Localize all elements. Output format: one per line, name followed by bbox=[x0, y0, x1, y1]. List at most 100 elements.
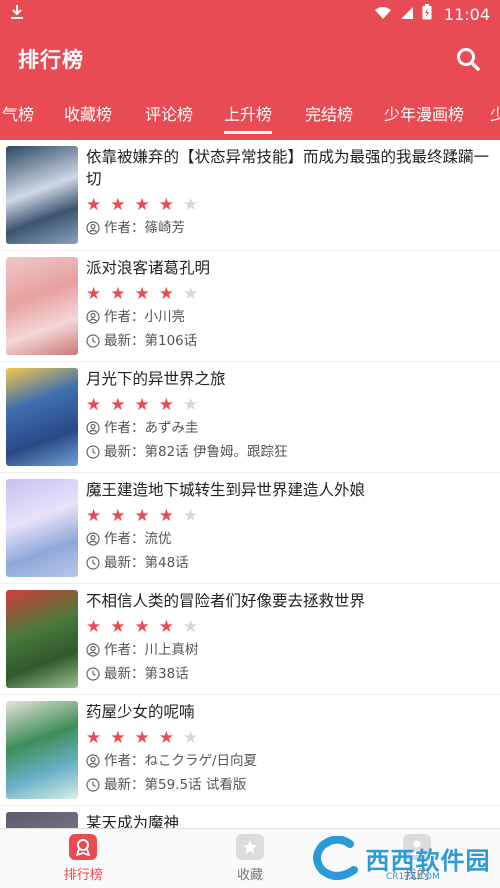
author-text: 作者：小川亮 bbox=[104, 309, 185, 325]
manga-cover[interactable] bbox=[6, 812, 78, 828]
rating-stars: ★ ★ ★ ★ ★ bbox=[86, 194, 492, 216]
list-item[interactable]: 派对浪客诸葛孔明 ★ ★ ★ ★ ★ 作者：小川亮 最新：第106话 bbox=[0, 251, 500, 362]
user-icon bbox=[86, 643, 100, 657]
watermark-logo: 西西软件园 CR173.COM bbox=[300, 828, 500, 888]
latest-text: 最新：第59.5话 试看版 bbox=[104, 777, 247, 793]
favorites-icon bbox=[236, 834, 264, 860]
star-icon: ★ bbox=[183, 727, 199, 748]
manga-title: 药屋少女的呢喃 bbox=[86, 703, 195, 721]
watermark-sub: CR173.COM bbox=[386, 872, 440, 882]
page-title: 排行榜 bbox=[18, 48, 84, 72]
star-icon: ★ bbox=[183, 394, 199, 415]
star-icon: ★ bbox=[158, 394, 174, 415]
manga-cover[interactable] bbox=[6, 701, 78, 799]
star-icon: ★ bbox=[86, 505, 102, 526]
star-icon: ★ bbox=[134, 616, 150, 637]
star-icon: ★ bbox=[134, 727, 150, 748]
tab-comments[interactable]: 评论榜 bbox=[145, 90, 193, 140]
star-icon: ★ bbox=[134, 394, 150, 415]
search-icon[interactable] bbox=[454, 45, 482, 73]
manga-cover[interactable] bbox=[6, 479, 78, 577]
rating-stars: ★ ★ ★ ★ ★ bbox=[86, 616, 492, 638]
status-bar: 11:04 bbox=[0, 0, 500, 28]
nav-favorites-label: 收藏 bbox=[237, 868, 264, 883]
list-item[interactable]: 月光下的异世界之旅 ★ ★ ★ ★ ★ 作者：あずみ圭 最新：第82话 伊鲁姆。… bbox=[0, 362, 500, 473]
star-icon: ★ bbox=[86, 394, 102, 415]
clock-icon bbox=[86, 445, 100, 459]
user-icon bbox=[86, 221, 100, 235]
signal-icon bbox=[400, 5, 414, 24]
user-icon bbox=[86, 532, 100, 546]
clock-icon bbox=[86, 556, 100, 570]
manga-cover[interactable] bbox=[6, 146, 78, 244]
latest-row: 最新：第106话 bbox=[86, 329, 492, 353]
tab-rising[interactable]: 上升榜 bbox=[224, 90, 273, 140]
manga-title: 某天成为魔神 bbox=[86, 814, 180, 828]
star-icon: ★ bbox=[110, 194, 126, 215]
manga-title: 魔王建造地下城转生到异世界建造人外娘 bbox=[86, 481, 366, 499]
star-icon: ★ bbox=[86, 283, 102, 304]
ranking-tabs: 气榜 收藏榜 评论榜 上升榜 完结榜 少年漫画榜 少 bbox=[0, 90, 500, 140]
manga-title: 不相信人类的冒险者们好像要去拯救世界 bbox=[86, 592, 366, 610]
star-icon: ★ bbox=[110, 727, 126, 748]
star-icon: ★ bbox=[183, 194, 199, 215]
star-icon: ★ bbox=[110, 394, 126, 415]
clock-icon bbox=[86, 778, 100, 792]
manga-cover[interactable] bbox=[6, 257, 78, 355]
star-icon: ★ bbox=[183, 616, 199, 637]
rating-stars: ★ ★ ★ ★ ★ bbox=[86, 505, 492, 527]
watermark-text: 西西软件园 bbox=[365, 846, 491, 875]
user-icon bbox=[86, 421, 100, 435]
star-icon: ★ bbox=[86, 616, 102, 637]
manga-title: 派对浪客诸葛孔明 bbox=[86, 259, 211, 277]
tab-favorites[interactable]: 收藏榜 bbox=[64, 90, 112, 140]
latest-row: 最新：第48话 bbox=[86, 551, 492, 575]
latest-text: 最新：第106话 bbox=[104, 333, 198, 349]
user-icon bbox=[86, 754, 100, 768]
star-icon: ★ bbox=[110, 616, 126, 637]
star-icon: ★ bbox=[110, 283, 126, 304]
list-item[interactable]: 依靠被嫌弃的【状态异常技能】而成为最强的我最终蹂躏一切 ★ ★ ★ ★ ★ 作者… bbox=[0, 140, 500, 251]
author-row: 作者：流优 bbox=[86, 527, 492, 551]
nav-ranking-label: 排行榜 bbox=[63, 868, 103, 883]
clock-icon bbox=[86, 667, 100, 681]
list-item[interactable]: 不相信人类的冒险者们好像要去拯救世界 ★ ★ ★ ★ ★ 作者：川上真树 最新：… bbox=[0, 584, 500, 695]
list-item[interactable]: 某天成为魔神 bbox=[0, 806, 500, 828]
rating-stars: ★ ★ ★ ★ ★ bbox=[86, 727, 492, 749]
latest-text: 最新：第48话 bbox=[104, 555, 189, 571]
latest-row: 最新：第59.5话 试看版 bbox=[86, 773, 492, 797]
clock: 11:04 bbox=[443, 4, 490, 24]
star-icon: ★ bbox=[158, 194, 174, 215]
manga-cover[interactable] bbox=[6, 590, 78, 688]
latest-row: 最新：第82话 伊鲁姆。跟踪狂 bbox=[86, 440, 492, 464]
author-row: 作者：小川亮 bbox=[86, 305, 492, 329]
watermark-c-icon bbox=[312, 836, 358, 880]
author-row: 作者：あずみ圭 bbox=[86, 416, 492, 440]
list-item[interactable]: 药屋少女的呢喃 ★ ★ ★ ★ ★ 作者：ねこクラゲ/日向夏 最新：第59.5话… bbox=[0, 695, 500, 806]
star-icon: ★ bbox=[110, 505, 126, 526]
latest-text: 最新：第38话 bbox=[104, 666, 189, 682]
nav-ranking[interactable]: 排行榜 bbox=[0, 829, 167, 888]
manga-title: 月光下的异世界之旅 bbox=[86, 370, 226, 388]
manga-title: 依靠被嫌弃的【状态异常技能】而成为最强的我最终蹂躏一切 bbox=[86, 148, 490, 188]
star-icon: ★ bbox=[158, 727, 174, 748]
rating-stars: ★ ★ ★ ★ ★ bbox=[86, 283, 492, 305]
star-icon: ★ bbox=[183, 283, 199, 304]
author-row: 作者：川上真树 bbox=[86, 638, 492, 662]
rating-stars: ★ ★ ★ ★ ★ bbox=[86, 394, 492, 416]
author-text: 作者：あずみ圭 bbox=[104, 420, 199, 436]
latest-text: 最新：第82话 伊鲁姆。跟踪狂 bbox=[104, 444, 288, 460]
star-icon: ★ bbox=[134, 505, 150, 526]
battery-icon bbox=[422, 4, 432, 24]
manga-cover[interactable] bbox=[6, 368, 78, 466]
author-text: 作者：流优 bbox=[104, 531, 172, 547]
tab-shonen[interactable]: 少年漫画榜 bbox=[384, 90, 464, 140]
tab-overflow[interactable]: 少 bbox=[490, 90, 500, 140]
list-item[interactable]: 魔王建造地下城转生到异世界建造人外娘 ★ ★ ★ ★ ★ 作者：流优 最新：第4… bbox=[0, 473, 500, 584]
star-icon: ★ bbox=[158, 283, 174, 304]
tab-completed[interactable]: 完结榜 bbox=[305, 90, 353, 140]
star-icon: ★ bbox=[158, 616, 174, 637]
author-row: 作者：ねこクラゲ/日向夏 bbox=[86, 749, 492, 773]
download-icon bbox=[10, 4, 24, 24]
tab-popularity[interactable]: 气榜 bbox=[2, 90, 34, 140]
